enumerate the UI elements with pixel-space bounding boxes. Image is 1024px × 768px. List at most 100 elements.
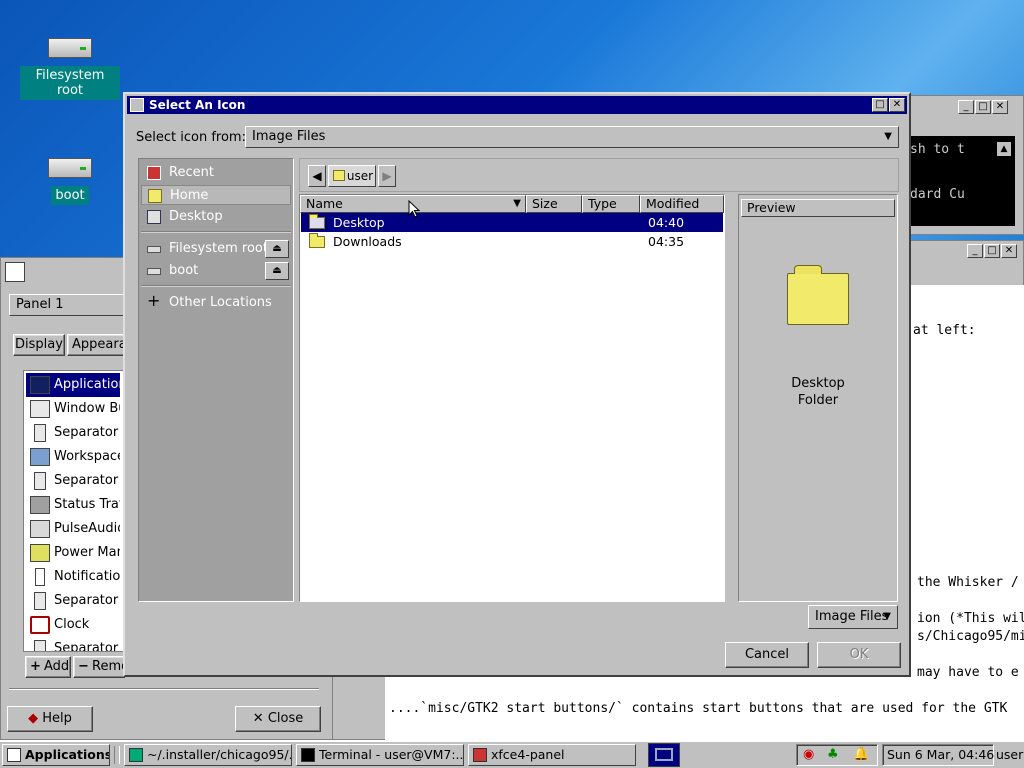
window-controls: _ □ ✕	[958, 100, 1008, 114]
eject-icon[interactable]: ⏏	[265, 240, 289, 258]
list-item[interactable]: Applications	[26, 373, 120, 397]
volume-muted-icon[interactable]: ◉	[803, 747, 814, 762]
close-icon[interactable]: ✕	[992, 100, 1008, 114]
sidebar-item-label: Other Locations	[169, 295, 272, 310]
preview-title: Preview	[747, 200, 796, 215]
plus-icon: +	[147, 291, 161, 310]
maximize-icon[interactable]: □	[975, 100, 991, 114]
list-item[interactable]: Separator	[26, 589, 120, 613]
status-tray-icon	[30, 496, 50, 514]
drive-icon	[147, 246, 161, 253]
add-item-button[interactable]: + Add	[25, 656, 71, 678]
workspace-switcher[interactable]	[648, 743, 680, 767]
minimize-icon[interactable]: _	[967, 244, 983, 258]
notification-bell-icon[interactable]: 🔔	[853, 747, 869, 762]
remove-item-button[interactable]: − Remo	[73, 656, 125, 678]
scroll-up-icon[interactable]: ▲	[997, 142, 1011, 156]
list-item[interactable]: Workspace	[26, 445, 120, 469]
list-item[interactable]: Separator	[26, 421, 120, 445]
table-row[interactable]: Desktop 04:40	[301, 213, 723, 232]
file-list[interactable]: Name ▼ Size Type Modified Desktop 04:40 …	[299, 194, 725, 602]
tab-appearance[interactable]: Appearan	[67, 334, 125, 356]
item-label: PulseAudio	[54, 521, 120, 536]
column-header-size[interactable]: Size	[526, 195, 582, 213]
maximize-icon[interactable]: □	[872, 98, 888, 112]
doc-line: ....`misc/GTK2 start buttons/` contains …	[389, 701, 1008, 716]
list-item[interactable]: Window Butt	[26, 397, 120, 421]
list-item[interactable]: Notification	[26, 565, 120, 589]
item-label: Notification	[54, 569, 120, 584]
separator-icon	[34, 472, 46, 490]
select-icon-dialog[interactable]: Select An Icon □ ✕ Select icon from: Ima…	[123, 92, 911, 677]
task-button-file-manager[interactable]: ~/.installer/chicago95/...	[124, 744, 292, 766]
column-header-modified[interactable]: Modified	[640, 195, 724, 213]
dialog-app-icon	[130, 98, 144, 112]
drive-icon	[147, 268, 161, 275]
preview-pane: Preview Desktop Folder	[738, 194, 898, 602]
sidebar-item-recent[interactable]: Recent	[141, 163, 291, 183]
close-icon[interactable]: ✕	[889, 98, 905, 112]
maximize-icon[interactable]: □	[984, 244, 1000, 258]
doc-line: may have to e	[917, 665, 1019, 680]
item-label: Separator	[54, 425, 119, 440]
file-modified: 04:35	[648, 234, 685, 249]
sidebar-item-desktop[interactable]: Desktop	[141, 207, 291, 227]
sidebar-item-label: Recent	[169, 165, 214, 180]
list-item[interactable]: Separator	[26, 637, 120, 651]
preview-header: Preview	[741, 199, 895, 217]
divider	[141, 285, 291, 287]
power-icon[interactable]: ♣	[827, 747, 839, 762]
user-label[interactable]: user	[996, 744, 1023, 766]
close-icon[interactable]: ✕	[1001, 244, 1017, 258]
eject-icon[interactable]: ⏏	[265, 262, 289, 280]
start-label: Applications	[25, 747, 110, 762]
taskbar-handle[interactable]	[114, 746, 120, 764]
desktop-icon-boot[interactable]: boot	[20, 158, 120, 205]
panel-items-list[interactable]: Applications Window Butt Separator Works…	[23, 370, 125, 652]
help-button[interactable]: ◆ Help	[7, 706, 93, 732]
separator-icon	[34, 592, 46, 610]
desktop-icon-filesystem-root[interactable]: Filesystem root	[20, 38, 120, 100]
ok-button[interactable]: OK	[817, 642, 901, 668]
places-sidebar[interactable]: Recent Home Desktop Filesystem root ⏏ bo…	[138, 158, 294, 602]
sidebar-item-boot[interactable]: boot ⏏	[141, 261, 291, 281]
tab-display[interactable]: Display	[13, 334, 65, 356]
column-label: Name	[306, 196, 343, 211]
sidebar-item-filesystem-root[interactable]: Filesystem root ⏏	[141, 239, 291, 259]
item-label: Window Butt	[54, 401, 120, 416]
task-button-xfce4-panel[interactable]: xfce4-panel	[468, 744, 636, 766]
file-filter-select[interactable]: Image Files ▼	[808, 605, 898, 629]
path-segment-user[interactable]: user	[328, 165, 376, 187]
clock[interactable]: Sun 6 Mar, 04:46	[882, 744, 994, 766]
task-button-terminal[interactable]: Terminal - user@VM7:...	[296, 744, 464, 766]
folder-icon	[309, 233, 325, 248]
icon-source-select[interactable]: Image Files ▼	[245, 126, 899, 148]
start-logo-icon	[7, 748, 21, 762]
taskbar: Applications ~/.installer/chicago95/... …	[0, 740, 1024, 768]
sidebar-item-label: Home	[170, 188, 209, 203]
button-label: Close	[267, 711, 304, 726]
list-item[interactable]: Status Tray	[26, 493, 120, 517]
start-button[interactable]: Applications	[2, 744, 110, 766]
dialog-titlebar[interactable]: Select An Icon □ ✕	[127, 96, 907, 114]
path-back-icon[interactable]: ◀	[308, 165, 326, 187]
clock-icon	[30, 616, 50, 634]
terminal-window[interactable]: _ □ ✕ sh to t dard Cu ▲	[905, 95, 1024, 235]
sidebar-item-other-locations[interactable]: + Other Locations	[141, 293, 291, 313]
close-button[interactable]: ✕ Close	[235, 706, 321, 732]
icon-source-value: Image Files	[252, 129, 326, 144]
list-item[interactable]: Separator	[26, 469, 120, 493]
list-item[interactable]: Power Mana	[26, 541, 120, 565]
button-label: Help	[42, 711, 72, 726]
path-forward-icon[interactable]: ▶	[378, 165, 396, 187]
cancel-button[interactable]: Cancel	[725, 642, 809, 668]
list-item[interactable]: PulseAudio	[26, 517, 120, 541]
plus-icon: +	[30, 659, 41, 674]
button-label: OK	[849, 647, 869, 662]
sidebar-item-home[interactable]: Home	[141, 185, 291, 205]
panel-select[interactable]: Panel 1	[9, 294, 125, 316]
list-item[interactable]: Clock	[26, 613, 120, 637]
table-row[interactable]: Downloads 04:35	[301, 232, 723, 251]
column-header-type[interactable]: Type	[582, 195, 640, 213]
minimize-icon[interactable]: _	[958, 100, 974, 114]
